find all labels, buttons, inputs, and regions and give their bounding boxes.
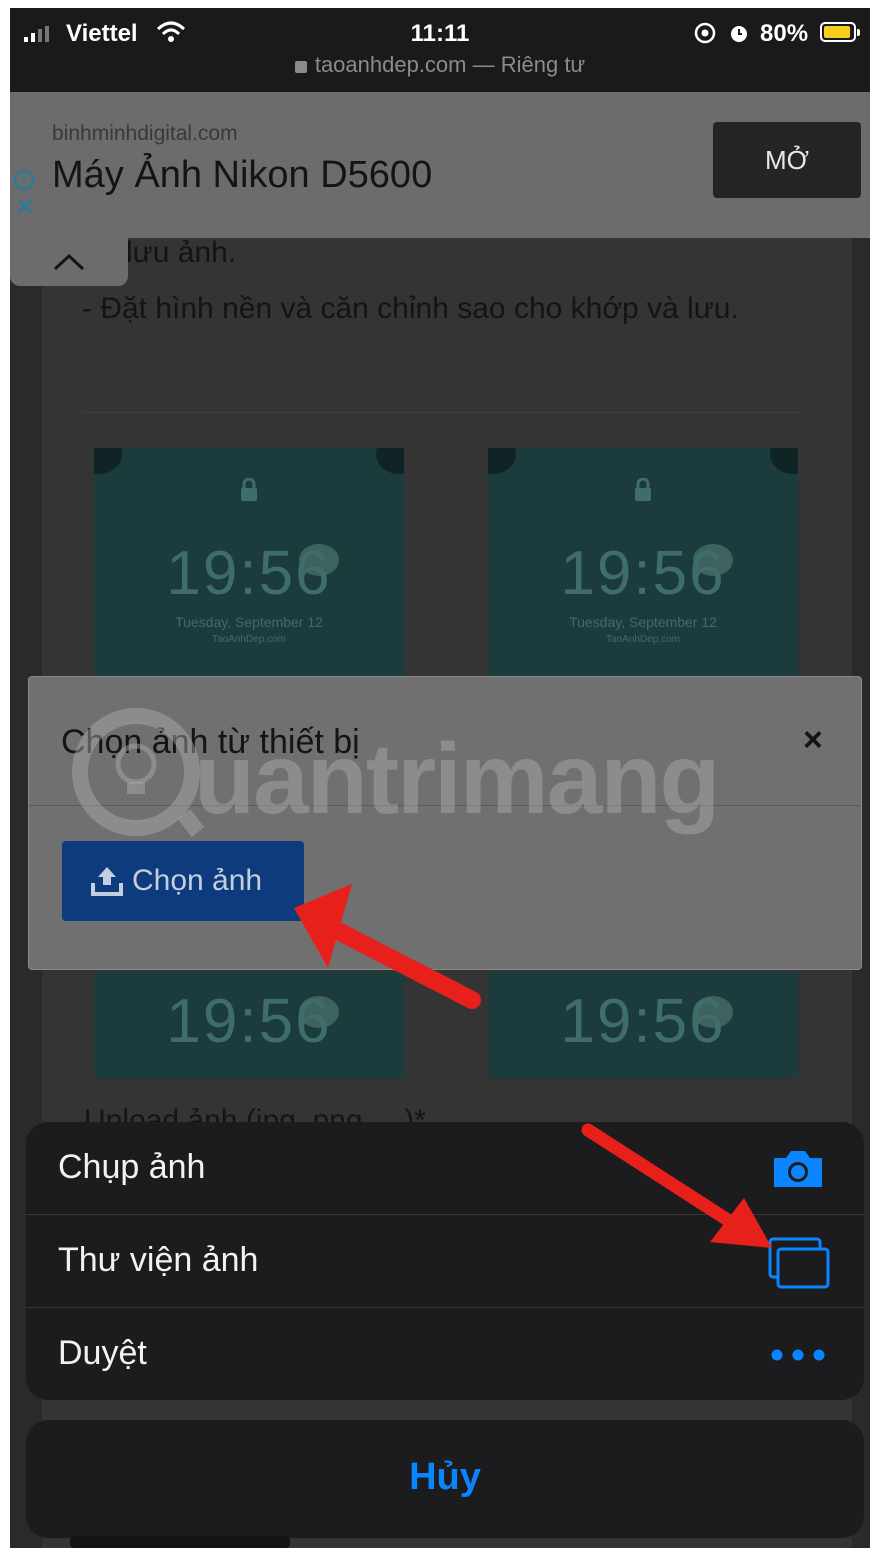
arrow-to-choose-image bbox=[294, 884, 481, 1009]
phone-screen: Viettel 11:11 80% taoanhdep.com — Riêng … bbox=[10, 8, 870, 1548]
arrow-to-photo-library bbox=[581, 1123, 772, 1248]
annotation-arrows bbox=[294, 884, 772, 1248]
